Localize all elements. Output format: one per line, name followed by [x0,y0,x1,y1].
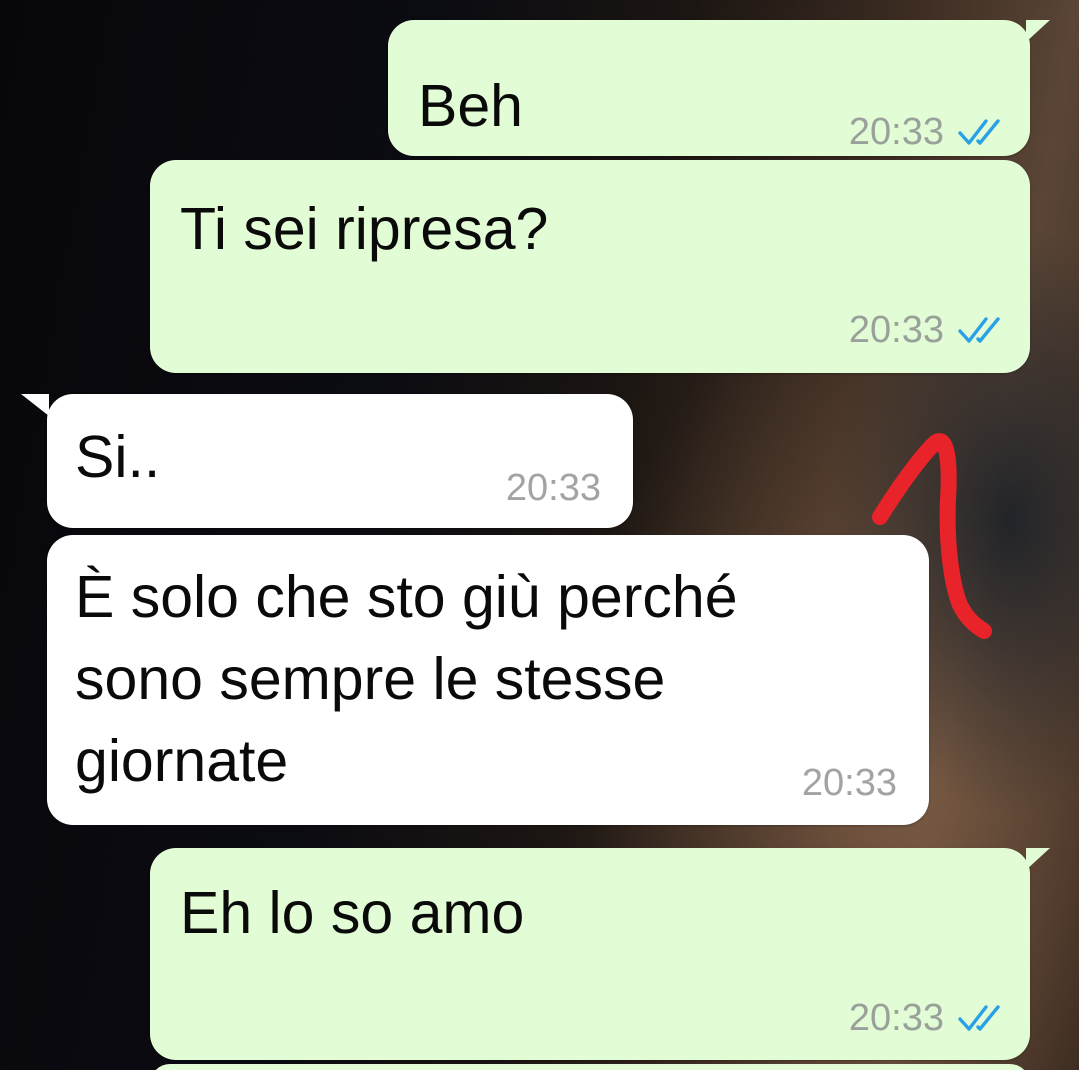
message-text: Eh lo so amo [180,880,525,946]
message-bubble-incoming[interactable]: Si.. 20:33 [21,394,633,528]
message-text: Ti sei ripresa? [180,196,549,262]
message-time: 20:33 [848,309,944,351]
read-double-check-icon [958,315,1006,345]
message-time: 20:33 [505,467,601,509]
read-double-check-icon [958,117,1006,147]
message-bubble-incoming[interactable]: È solo che sto giù perché sono sempre le… [47,535,929,825]
message-bubble-outgoing[interactable]: Ti sei ripresa? 20:33 [150,160,1030,373]
bubble-tail [21,394,49,416]
message-meta: 20:33 [802,763,897,803]
read-double-check-icon [958,1003,1006,1033]
message-bubble-outgoing[interactable]: Eh lo so amo 20:33 [150,848,1050,1060]
bubble-tail [1026,20,1050,42]
message-meta: 20:33 [849,998,1006,1038]
message-bubble-outgoing[interactable]: Beh 20:33 [388,20,1050,156]
message-text: È solo che sto giù perché sono sempre le… [75,564,738,794]
message-time: 20:33 [848,111,944,153]
message-meta: 20:33 [849,112,1006,152]
bubble-tail [1026,848,1050,870]
message-meta: 20:33 [506,468,601,508]
message-text: Si.. [75,424,161,490]
message-meta: 20:33 [849,310,1006,350]
message-time: 20:33 [848,997,944,1039]
message-time: 20:33 [801,762,897,804]
message-bubble-outgoing-partial[interactable] [150,1064,1030,1070]
chat-view: Beh 20:33 Ti sei ripresa? 20:33 Si.. 20:… [0,0,1079,1070]
message-text: Beh [418,73,523,139]
